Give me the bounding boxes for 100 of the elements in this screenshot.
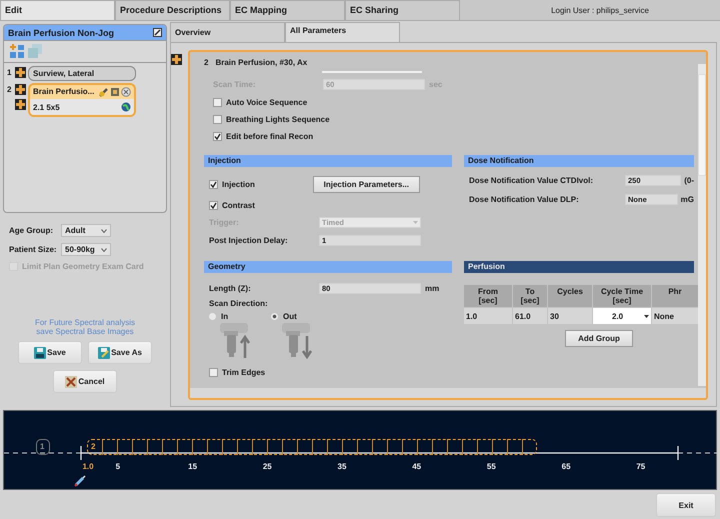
check-icon bbox=[210, 181, 217, 188]
radio-label: Out bbox=[283, 312, 297, 321]
tick-label: 35 bbox=[338, 462, 346, 471]
field-label: Age Group: bbox=[9, 226, 54, 235]
caret-icon bbox=[101, 248, 107, 252]
tab[interactable]: EC Sharing bbox=[345, 0, 460, 20]
dropdown[interactable]: 2.0 bbox=[593, 308, 651, 324]
tab[interactable]: Procedure Descriptions bbox=[115, 0, 230, 20]
field-label: Patient Size: bbox=[9, 245, 58, 254]
x-mark-icon bbox=[65, 376, 78, 388]
cross-square-icon bbox=[15, 99, 26, 110]
add-group-button[interactable]: Add Group bbox=[565, 330, 633, 347]
scan-number: 1 bbox=[7, 67, 12, 77]
scan-number: 2 bbox=[7, 84, 12, 94]
scan-item[interactable]: Surview, Lateral bbox=[28, 66, 136, 81]
panel-title: Brain Perfusion Non-Jog bbox=[8, 28, 114, 38]
field-label: Length (Z): bbox=[209, 284, 252, 292]
field-label: Dose Notification Value CTDIvol: bbox=[469, 176, 594, 184]
section-header: Perfusion bbox=[464, 261, 694, 273]
scan-item[interactable]: Brain Perfusio... 2.1 5x5 bbox=[28, 83, 136, 117]
recon-label: 2.1 5x5 bbox=[33, 102, 61, 112]
unit-label: mG bbox=[680, 194, 694, 204]
login-user-text: Login User : philips_service bbox=[550, 5, 650, 17]
scan-number: 2 bbox=[204, 58, 208, 67]
exit-button[interactable]: Exit bbox=[656, 493, 716, 517]
overlapping-squares-icon bbox=[27, 43, 43, 59]
check-icon bbox=[214, 133, 221, 140]
scan-label: Brain Perfusio... bbox=[33, 87, 96, 96]
section-header: Injection bbox=[204, 155, 452, 167]
scan-block[interactable]: 1 bbox=[36, 439, 50, 455]
save-button[interactable]: Save As bbox=[88, 341, 152, 364]
table-down-arrow-drawing bbox=[281, 323, 315, 359]
scan-title: Brain Perfusion, #30, Ax bbox=[215, 58, 308, 67]
scan-block[interactable]: 2 bbox=[87, 439, 537, 455]
table-cell: None bbox=[652, 308, 698, 324]
field-label: Dose Notification Value DLP: bbox=[469, 194, 580, 204]
cross-square-icon bbox=[15, 67, 26, 78]
tick-label: 55 bbox=[486, 462, 496, 471]
checkbox[interactable] bbox=[213, 132, 222, 141]
section-header: Geometry bbox=[204, 261, 452, 273]
folder-tree-icon bbox=[9, 43, 25, 59]
spectral-note: For Future Spectral analysis save Spectral Base Images bbox=[34, 318, 136, 336]
field-label: Scan Direction: bbox=[209, 299, 269, 308]
tick-label: 65 bbox=[562, 462, 571, 471]
checkbox[interactable] bbox=[213, 98, 222, 107]
checkbox-label: Edit before final Recon bbox=[226, 132, 314, 141]
radio-button[interactable] bbox=[271, 313, 278, 320]
checkbox-label: Contrast bbox=[222, 201, 255, 210]
caret-icon bbox=[644, 314, 649, 318]
column-header: From [sec] bbox=[464, 285, 512, 307]
tick-label: 1.0 bbox=[82, 462, 94, 471]
checkbox[interactable] bbox=[209, 368, 218, 377]
caret-icon bbox=[101, 228, 107, 232]
pencil-square-icon bbox=[153, 28, 162, 37]
checkbox-label: Breathing Lights Sequence bbox=[226, 115, 330, 124]
table-cell: 1.0 bbox=[464, 308, 512, 324]
column-header: To [sec] bbox=[513, 285, 547, 307]
circle-x-icon bbox=[121, 86, 131, 96]
scan-label: Surview, Lateral bbox=[33, 69, 96, 78]
tab[interactable]: Overview bbox=[170, 22, 285, 42]
checkbox-label: Auto Voice Sequence bbox=[226, 98, 308, 107]
tab[interactable]: Edit bbox=[0, 0, 115, 20]
field-label: Post Injection Delay: bbox=[209, 236, 289, 244]
tick-label: 5 bbox=[116, 462, 120, 471]
tick-label: 75 bbox=[636, 462, 646, 471]
cancel-button[interactable]: Cancel bbox=[53, 370, 117, 393]
checkbox[interactable] bbox=[209, 180, 218, 189]
radio-label: In bbox=[221, 312, 228, 321]
column-header: Cycles bbox=[548, 285, 592, 307]
tab[interactable]: EC Mapping bbox=[230, 0, 345, 20]
dropdown[interactable]: Adult bbox=[61, 224, 111, 237]
unit-label: mm bbox=[425, 284, 440, 292]
caret-icon bbox=[413, 220, 418, 224]
syringe-icon bbox=[99, 86, 109, 96]
injection-parameters-button[interactable]: Injection Parameters... bbox=[312, 176, 420, 193]
radio-button[interactable] bbox=[209, 313, 216, 320]
column-header: Cycle Time [sec] bbox=[593, 285, 651, 307]
tick-label: 25 bbox=[262, 462, 272, 471]
tick-label: 45 bbox=[412, 462, 422, 471]
unit-label: (0- bbox=[684, 176, 694, 184]
checkbox-label: Injection bbox=[222, 180, 255, 189]
cross-square-icon bbox=[171, 54, 182, 65]
floppy-disk-icon bbox=[98, 346, 110, 358]
syringe-icon bbox=[74, 475, 86, 487]
dropdown[interactable]: 50-90kg bbox=[61, 243, 111, 256]
globe-icon bbox=[121, 102, 131, 112]
section-header: Dose Notification bbox=[464, 155, 694, 167]
tick-label: 15 bbox=[188, 462, 198, 471]
checkbox[interactable] bbox=[209, 201, 218, 210]
cross-square-icon bbox=[15, 84, 26, 95]
checkbox-label: Trim Edges bbox=[222, 368, 266, 377]
checkbox-label: Limit Plan Geometry Exam Card bbox=[22, 262, 144, 271]
table-cell: 30 bbox=[548, 308, 592, 324]
table-up-arrow-drawing bbox=[219, 323, 253, 359]
table-cell: 61.0 bbox=[513, 308, 547, 324]
tab[interactable]: All Parameters bbox=[285, 22, 400, 42]
checkbox[interactable] bbox=[213, 115, 222, 124]
column-header: Phr bbox=[652, 285, 698, 307]
check-icon bbox=[210, 202, 217, 209]
save-button[interactable]: Save bbox=[18, 341, 82, 364]
